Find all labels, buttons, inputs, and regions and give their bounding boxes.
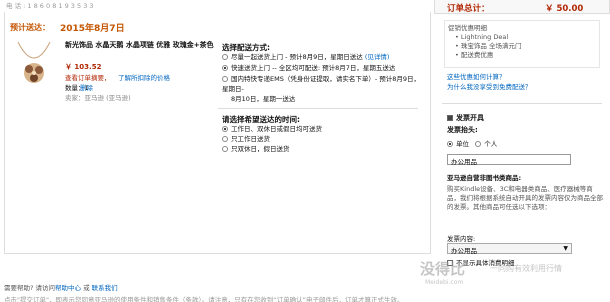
shipping-option-together[interactable]: 尽量一起送货上门 - 预计8月9日，星期日送达 (见详情) (222, 52, 389, 62)
promo-text: 查看订单摘要， (65, 74, 111, 82)
radio-button-selected[interactable] (222, 65, 228, 71)
time-option-label: 工作日、双休日或假日均可送货 (231, 125, 322, 133)
shipping-option-fast[interactable]: 快速送货上门 -- 全区均可配送: 预计8月7日，星期五送达 (222, 63, 395, 73)
select-value: 办公用品 (451, 247, 477, 255)
radio-button[interactable] (475, 141, 482, 147)
shipping-option-ems[interactable]: 国内特快专递EMS（凭身份证提取，请实名下单）- 预计8月9日，星期日- (222, 74, 422, 94)
time-option-any[interactable]: 工作日、双休日或假日均可送货 (222, 124, 322, 134)
product-image[interactable] (8, 38, 60, 93)
invoice-category-label: 亚马逊自营非图书类商品: (447, 174, 522, 182)
help-mid: 或 (81, 284, 92, 292)
promo-detail-link[interactable]: 了解所扣除的价格 (118, 72, 170, 82)
details-link[interactable]: (见详情) (365, 53, 390, 61)
invoice-content-select[interactable]: 办公用品 ▼ (447, 243, 572, 255)
radio-button[interactable] (222, 76, 228, 82)
invoice-need-label: 发票开具 (456, 114, 484, 122)
time-option-label: 只工作日送货 (231, 135, 270, 143)
delivery-estimate-label: 预计送达： (10, 23, 50, 32)
shipping-option-label: 尽量一起送货上门 - 预计8月9日，星期日送达 (231, 53, 363, 61)
person-label: 个人 (484, 140, 498, 148)
promo-item: • 配送费优惠 (455, 51, 494, 59)
footer-terms-text: 点击"提交订单"，即表示您同意亚马逊的使用条件和销售条件（条款）。请注意，只有在… (4, 296, 404, 302)
watermark-slogan: 一同购有效利用行情 (490, 264, 562, 273)
product-price: ￥ 103.52 (65, 63, 102, 71)
help-prefix: 需要帮助? 请访问 (4, 284, 56, 292)
radio-button[interactable] (222, 54, 228, 60)
watermark-url: Meidebi.com (425, 279, 464, 286)
radio-button[interactable] (222, 136, 228, 142)
time-option-label: 只双休日，假日送货 (231, 145, 290, 153)
radio-button-selected[interactable] (447, 141, 453, 147)
truncated-top-text: 电 话 : 1 8 6 0 8 1 9 3 5 3 3 (6, 2, 94, 10)
invoice-header-label: 发票抬头: (447, 126, 478, 134)
shipping-option-ems-date: 8月10日，星期一送达 (231, 95, 296, 103)
invoice-header-input[interactable]: 办公用品 (447, 154, 571, 166)
unit-label: 单位 (456, 140, 469, 148)
promo-item: • 珠宝饰品 全场满元门 (455, 42, 522, 50)
shipping-option-label: 快速送货上门 -- 全区均可配送: 预计8月7日，星期五送达 (231, 64, 396, 72)
invoice-need-checkbox[interactable]: 发票开具 (447, 113, 484, 123)
chevron-down-icon: ▼ (563, 245, 568, 252)
radio-button[interactable] (222, 146, 228, 152)
help-center-link[interactable]: 帮助中心 (55, 284, 81, 292)
help-line: 需要帮助? 请访问帮助中心 或 联系我们 (4, 282, 118, 292)
checkbox-checked[interactable] (447, 115, 453, 121)
divider (218, 108, 418, 109)
radio-button-selected[interactable] (222, 126, 228, 132)
order-total-label: 订单总计： (447, 4, 490, 14)
invoice-description: 购买Kindle设备、3C和电器类商品、医疗器械等商品，我们将根据系统自动开具的… (447, 185, 603, 211)
divider (442, 103, 602, 104)
time-option-weekday[interactable]: 只工作日送货 (222, 134, 270, 144)
delivery-estimate-date: 2015年8月7日 (60, 24, 125, 34)
product-title-link[interactable]: 新光饰品 水晶天鹅 水晶项链 优雅 玫瑰金+茶色 (65, 40, 215, 50)
contact-us-link[interactable]: 联系我们 (92, 284, 118, 292)
necklace-icon (17, 41, 51, 83)
time-option-weekend[interactable]: 只双休日，假日送货 (222, 144, 290, 154)
invoice-content-label: 发票内容: (447, 235, 476, 243)
why-no-free-shipping-link[interactable]: 为什么我没享受到免费配送？ (447, 81, 532, 91)
how-calculated-link[interactable]: 这些优惠如何计算？ (447, 71, 506, 81)
promo-details-title: 促销优惠明细 (448, 24, 487, 32)
watermark-brand: 没得比 (420, 260, 466, 278)
delete-link[interactable]: 删除 (80, 82, 93, 92)
order-total-value: ￥ 50.00 (545, 4, 584, 14)
promo-item: • Lightning Deal (455, 33, 509, 41)
shipping-option-label: 国内特快专递EMS（凭身份证提取，请实名下单）- 预计8月9日，星期日- (222, 75, 421, 93)
seller-info: 卖家：亚马逊 (亚马逊) (65, 94, 131, 102)
invoice-type-radios: 单位 个人 (447, 138, 497, 148)
